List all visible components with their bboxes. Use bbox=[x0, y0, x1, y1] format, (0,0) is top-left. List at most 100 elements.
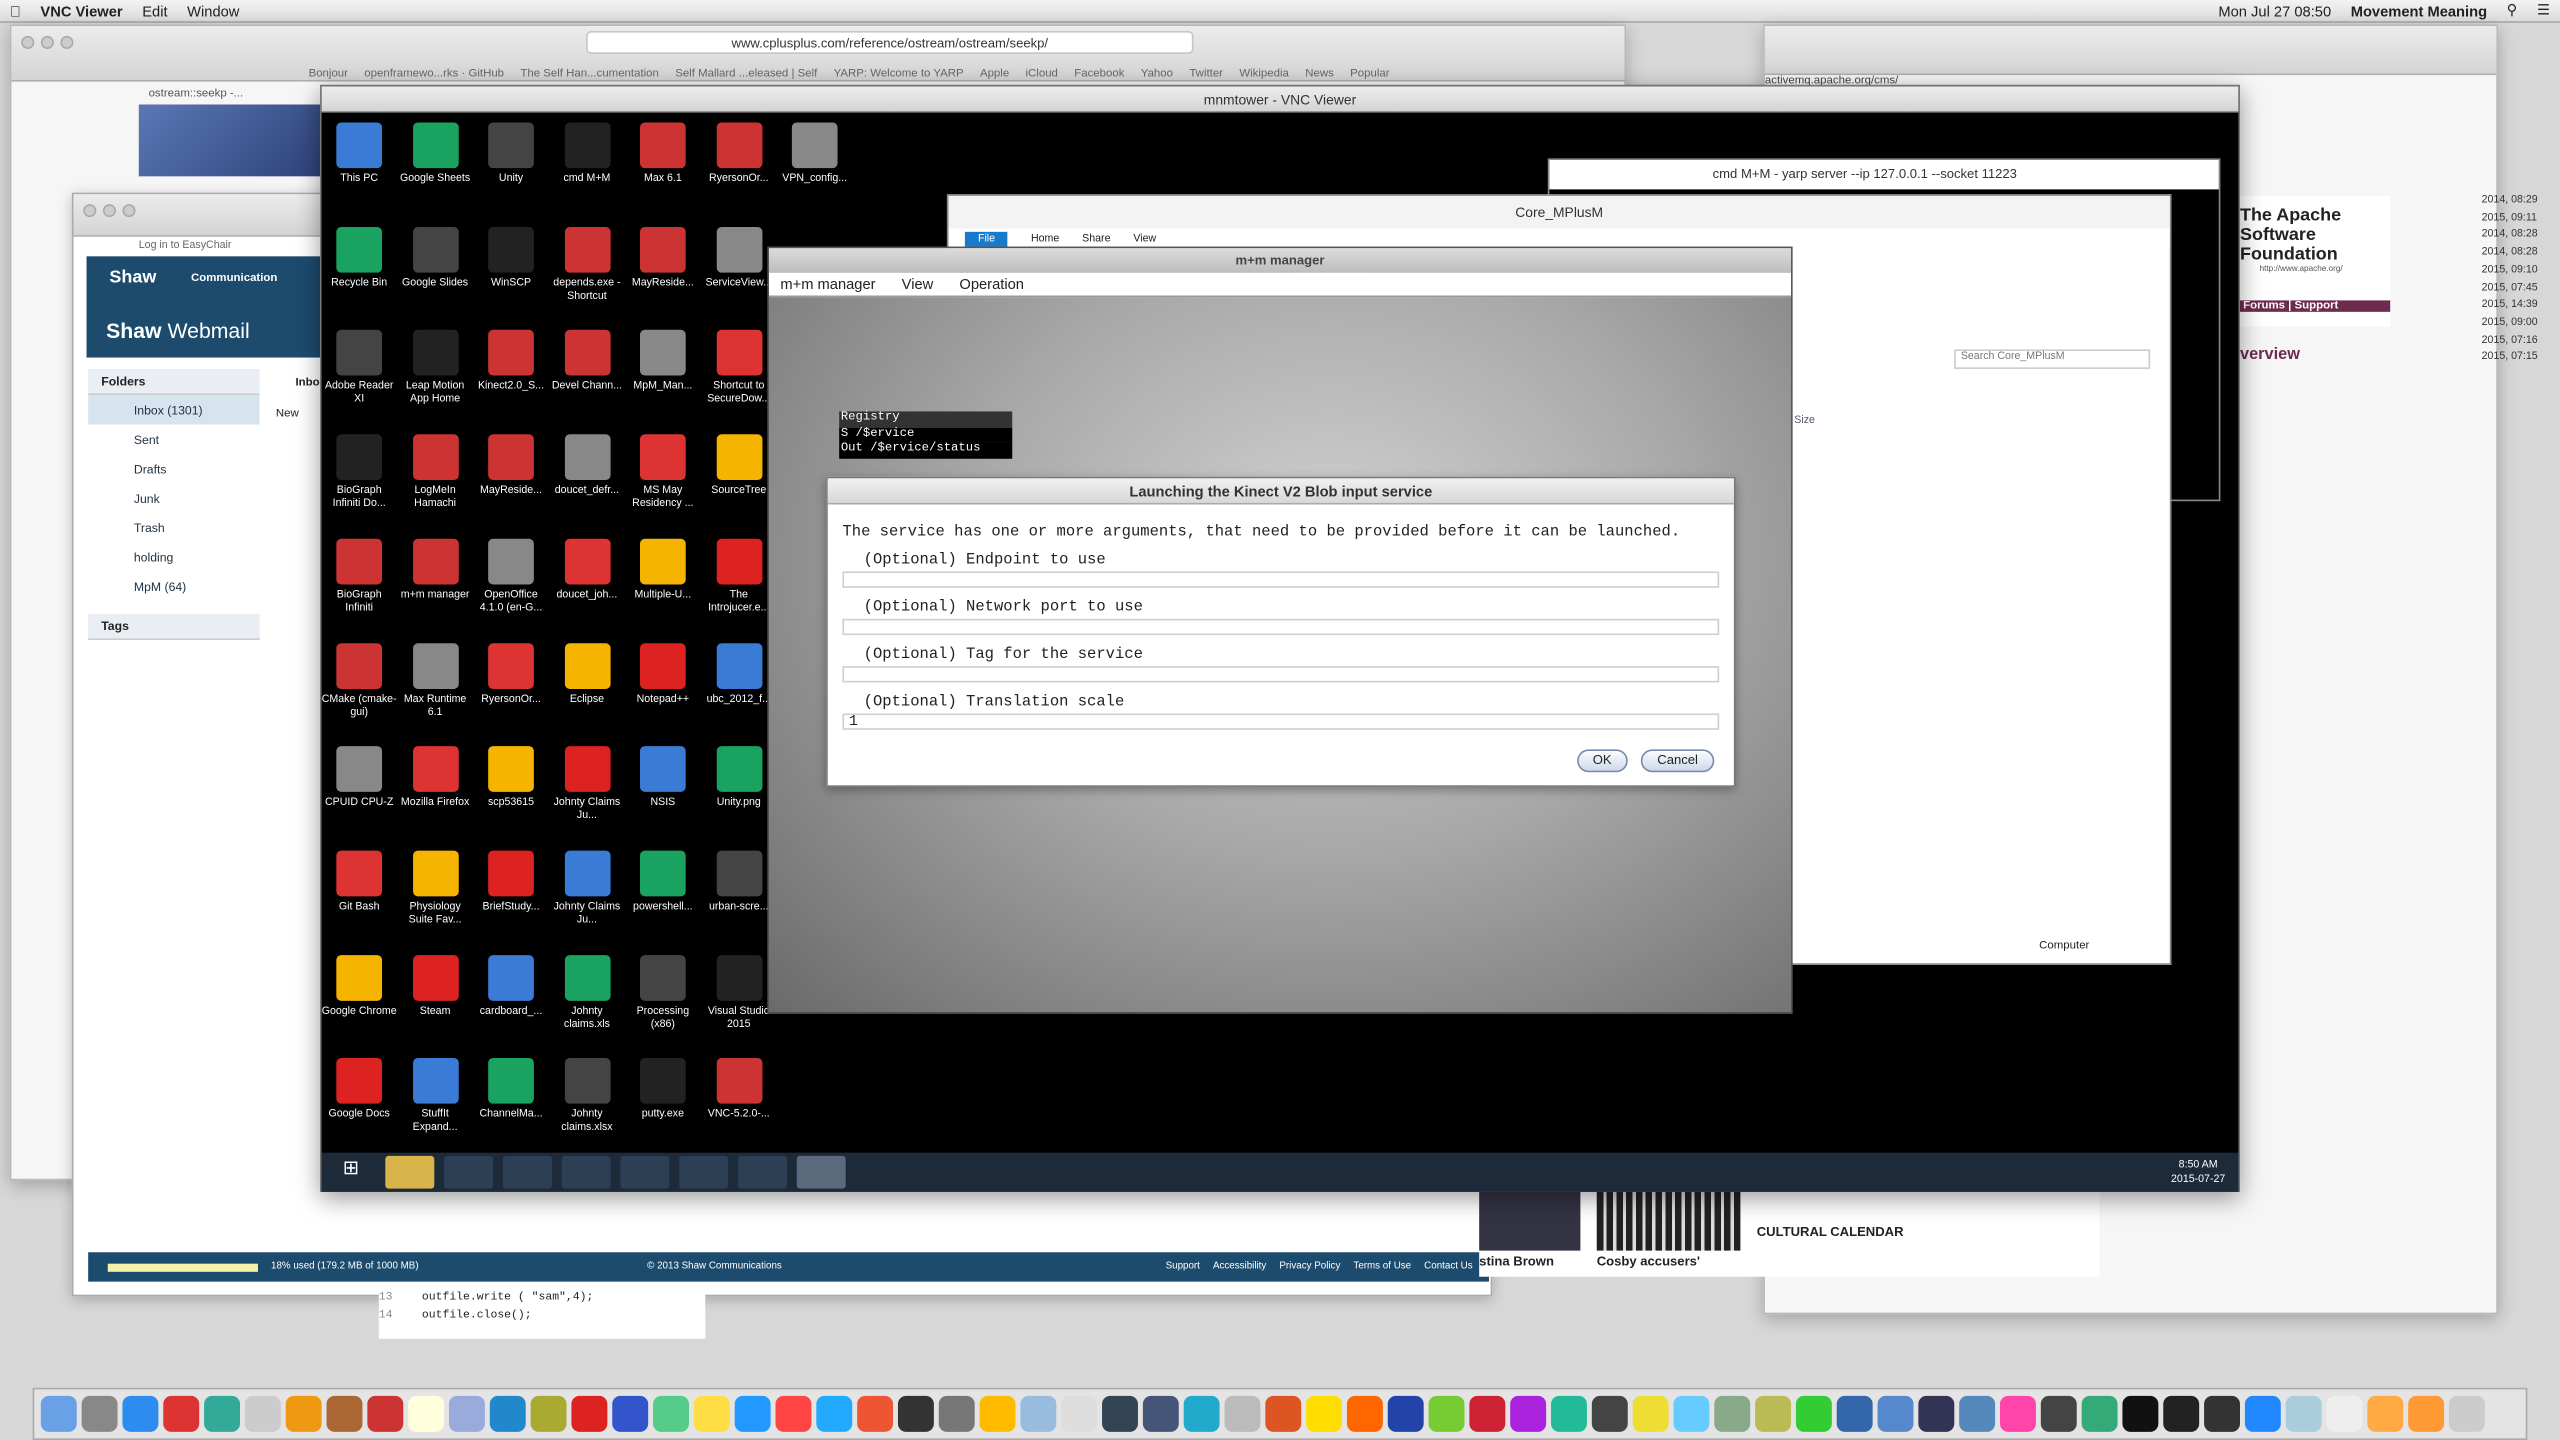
taskbar-mm-icon[interactable] bbox=[796, 1155, 846, 1189]
folder-holding[interactable]: holding bbox=[88, 542, 259, 571]
folder-junk[interactable]: Junk bbox=[88, 483, 259, 512]
dock-app-icon[interactable] bbox=[1142, 1395, 1179, 1432]
menu-operation[interactable]: Operation bbox=[959, 276, 1024, 292]
dock-app-icon[interactable] bbox=[1999, 1395, 2036, 1432]
dock-app-icon[interactable] bbox=[2081, 1395, 2118, 1432]
desktop-icon[interactable]: depends.exe - Shortcut bbox=[549, 226, 624, 303]
dock-app-icon[interactable] bbox=[1346, 1395, 1383, 1432]
bookmark[interactable]: Facebook bbox=[1074, 69, 1124, 80]
desktop-icon[interactable]: Notepad++ bbox=[625, 642, 700, 706]
dock-app-icon[interactable] bbox=[1795, 1395, 1832, 1432]
desktop-icon[interactable]: Leap Motion App Home bbox=[398, 330, 473, 407]
desktop-icon[interactable]: StuffIt Expand... bbox=[398, 1058, 473, 1135]
dock-app-icon[interactable] bbox=[1632, 1395, 1669, 1432]
tab-share[interactable]: Share bbox=[1082, 233, 1110, 244]
desktop-icon[interactable]: CPUID CPU-Z bbox=[322, 746, 397, 810]
dock-app-icon[interactable] bbox=[897, 1395, 934, 1432]
dock-app-icon[interactable] bbox=[1877, 1395, 1914, 1432]
desktop-icon[interactable]: Johnty claims.xlsx bbox=[549, 1058, 624, 1135]
bookmark[interactable]: iCloud bbox=[1026, 69, 1058, 80]
link-privacy[interactable]: Privacy Policy bbox=[1279, 1262, 1340, 1272]
desktop-icon[interactable]: scp53615 bbox=[473, 746, 548, 810]
bookmark[interactable]: Bonjour bbox=[309, 69, 348, 80]
desktop-icon[interactable]: Google Slides bbox=[398, 226, 473, 290]
desktop-icon[interactable]: cmd M+M bbox=[549, 122, 624, 186]
new-button[interactable]: New bbox=[276, 408, 299, 419]
menu-mm-manager[interactable]: m+m manager bbox=[780, 276, 875, 292]
dock-app-icon[interactable] bbox=[2163, 1395, 2200, 1432]
dock-app-icon[interactable] bbox=[1755, 1395, 1792, 1432]
folder-sent[interactable]: Sent bbox=[88, 424, 259, 453]
dock-app-icon[interactable] bbox=[1836, 1395, 1873, 1432]
cancel-button[interactable]: Cancel bbox=[1640, 749, 1715, 773]
desktop-icon[interactable]: Eclipse bbox=[549, 642, 624, 706]
desktop-icon[interactable]: MayReside... bbox=[473, 434, 548, 498]
folder-mpm[interactable]: MpM (64) bbox=[88, 571, 259, 600]
desktop-icon[interactable]: OpenOffice 4.1.0 (en-G... bbox=[473, 538, 548, 615]
desktop-icon[interactable]: powershell... bbox=[625, 850, 700, 914]
easychair-link[interactable]: Log in to EasyChair bbox=[139, 240, 232, 251]
menu-window[interactable]: Window bbox=[187, 2, 239, 18]
taskbar-visualstudio-icon[interactable] bbox=[737, 1155, 787, 1189]
tag-field[interactable] bbox=[842, 666, 1720, 683]
menubar-user[interactable]: Movement Meaning bbox=[2351, 2, 2487, 18]
service-entity[interactable]: Registry S /$ervice Out /$ervice/status bbox=[839, 411, 1013, 458]
browser-tab[interactable]: ostream::seekp -... bbox=[149, 88, 312, 99]
desktop-icon[interactable]: Max 6.1 bbox=[625, 122, 700, 186]
scale-field[interactable]: 1 bbox=[842, 713, 1720, 730]
menu-app[interactable]: VNC Viewer bbox=[40, 2, 122, 18]
dock-app-icon[interactable] bbox=[816, 1395, 853, 1432]
bookmark[interactable]: Wikipedia bbox=[1239, 69, 1289, 80]
taskbar-notepad-icon[interactable] bbox=[444, 1155, 494, 1189]
dock-app-icon[interactable] bbox=[2285, 1395, 2322, 1432]
desktop-icon[interactable]: SourceTree bbox=[701, 434, 776, 498]
desktop-icon[interactable]: CMake (cmake-gui) bbox=[322, 642, 397, 719]
desktop-icon[interactable]: Physiology Suite Fav... bbox=[398, 850, 473, 927]
dock-app-icon[interactable] bbox=[448, 1395, 485, 1432]
dock-app-icon[interactable] bbox=[938, 1395, 975, 1432]
desktop-icon[interactable]: Google Sheets bbox=[398, 122, 473, 186]
desktop-icon[interactable]: Google Docs bbox=[322, 1058, 397, 1122]
dock-app-icon[interactable] bbox=[693, 1395, 730, 1432]
dock-app-icon[interactable] bbox=[734, 1395, 771, 1432]
desktop-icon[interactable]: Git Bash bbox=[322, 850, 397, 914]
desktop-icon[interactable]: Johnty Claims Ju... bbox=[549, 746, 624, 823]
dock-app-icon[interactable] bbox=[1591, 1395, 1628, 1432]
dock-app-icon[interactable] bbox=[81, 1395, 118, 1432]
dock-app-icon[interactable] bbox=[408, 1395, 445, 1432]
dock-app-icon[interactable] bbox=[1306, 1395, 1343, 1432]
desktop-icon[interactable]: cardboard_... bbox=[473, 954, 548, 1018]
tab-file[interactable]: File bbox=[964, 231, 1009, 246]
search-icon[interactable]: ⚲ bbox=[2507, 2, 2518, 20]
dock-app-icon[interactable] bbox=[2122, 1395, 2159, 1432]
tab-view[interactable]: View bbox=[1133, 233, 1156, 244]
dock-app-icon[interactable] bbox=[1224, 1395, 1261, 1432]
link-accessibility[interactable]: Accessibility bbox=[1213, 1262, 1266, 1272]
desktop-icon[interactable]: doucet_joh... bbox=[549, 538, 624, 602]
bookmark[interactable]: Self Mallard ...eleased | Self bbox=[675, 69, 817, 80]
dock-app-icon[interactable] bbox=[571, 1395, 608, 1432]
dock-app-icon[interactable] bbox=[1510, 1395, 1547, 1432]
dock-app-icon[interactable] bbox=[653, 1395, 689, 1432]
folder-trash[interactable]: Trash bbox=[88, 513, 259, 542]
desktop-icon[interactable]: Multiple-U... bbox=[625, 538, 700, 602]
desktop-icon[interactable]: NSIS bbox=[625, 746, 700, 810]
dock-app-icon[interactable] bbox=[204, 1395, 240, 1432]
dock-app-icon[interactable] bbox=[1673, 1395, 1710, 1432]
menu-edit[interactable]: Edit bbox=[142, 2, 167, 18]
url-field[interactable]: www.cplusplus.com/reference/ostream/ostr… bbox=[586, 31, 1194, 54]
port-field[interactable] bbox=[842, 618, 1720, 636]
dock-app-icon[interactable] bbox=[2367, 1395, 2404, 1432]
desktop-icon[interactable]: VNC-5.2.0-... bbox=[701, 1058, 776, 1122]
endpoint-field[interactable] bbox=[842, 571, 1720, 588]
bookmark[interactable]: Yahoo bbox=[1141, 69, 1173, 80]
menu-view[interactable]: View bbox=[902, 276, 934, 292]
tags-header[interactable]: Tags bbox=[88, 613, 260, 640]
dock-app-icon[interactable] bbox=[1387, 1395, 1424, 1432]
dock-app-icon[interactable] bbox=[1469, 1395, 1506, 1432]
desktop-icon[interactable]: Recycle Bin bbox=[322, 226, 397, 290]
desktop-icon[interactable]: This PC bbox=[322, 122, 397, 186]
desktop-icon[interactable]: VPN_config... bbox=[777, 122, 852, 186]
bookmark[interactable]: The Self Han...cumentation bbox=[520, 69, 658, 80]
desktop-icon[interactable]: Shortcut to SecureDow... bbox=[701, 330, 776, 407]
